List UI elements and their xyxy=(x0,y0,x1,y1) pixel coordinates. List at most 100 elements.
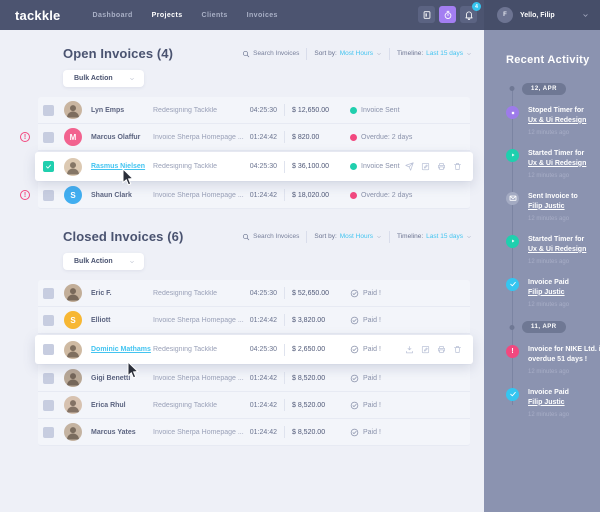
chevron-down-icon xyxy=(376,234,382,240)
row-checkbox[interactable] xyxy=(43,189,54,201)
user-menu[interactable]: F Yello, Filip xyxy=(484,0,600,30)
invoice-amount: $ 3,820.00 xyxy=(292,316,326,324)
invoice-row[interactable]: Eric F. Redesigning Tackkle 04:25:30 $ 5… xyxy=(38,280,470,307)
avatar-photo xyxy=(64,101,82,119)
activity-link[interactable]: Ux & Ui Redesign xyxy=(528,160,586,167)
bulk-action-button[interactable]: Bulk Action xyxy=(63,253,144,270)
edit-icon[interactable] xyxy=(421,345,430,354)
row-checkbox[interactable] xyxy=(43,131,54,143)
tracked-time: 01:24:42 xyxy=(249,401,277,409)
row-checkbox[interactable] xyxy=(43,426,54,438)
section-title: Open Invoices (4) xyxy=(63,46,174,61)
client-name: Rasmus Nielsen xyxy=(91,163,153,170)
chevron-down-icon xyxy=(582,12,589,19)
delete-icon[interactable] xyxy=(453,162,462,171)
notification-badge: 4 xyxy=(472,2,481,11)
section-open-invoices-4: Open Invoices (4) Search Invoices Sort b… xyxy=(20,46,476,209)
invoice-row[interactable]: S Elliott Invoice Sherpa Homepage ... 01:… xyxy=(38,307,470,334)
tracked-time: 01:24:42 xyxy=(249,316,277,324)
divider xyxy=(284,189,285,201)
activity-link[interactable]: Filip Justic xyxy=(528,289,565,296)
nav-item-dashboard[interactable]: Dashboard xyxy=(93,12,133,19)
divider xyxy=(284,160,285,173)
sort-by-dropdown[interactable]: Sort by: Most Hours xyxy=(314,233,382,240)
nav-item-clients[interactable]: Clients xyxy=(202,12,228,19)
invoice-amount: $ 820.00 xyxy=(292,133,320,141)
invoice-row[interactable]: ! M Marcus Olaffur Invoice Sherpa Homepag… xyxy=(20,124,470,151)
row-checkbox[interactable] xyxy=(43,372,54,384)
activity-text: Invoice Paid Filip Justic 12 minutes ago xyxy=(528,388,600,419)
activity-link[interactable]: Filip Justic xyxy=(528,203,565,210)
send-icon[interactable] xyxy=(405,162,414,171)
row-checkbox[interactable] xyxy=(43,104,54,116)
check-icon xyxy=(506,387,519,401)
edit-icon[interactable] xyxy=(421,162,430,171)
chevron-down-icon xyxy=(129,76,135,82)
overdue-alert-icon: ! xyxy=(20,190,30,200)
tracked-time: 04:25:30 xyxy=(249,106,277,114)
activity-link[interactable]: Filip Justic xyxy=(528,399,565,406)
search-invoices[interactable]: Search Invoices xyxy=(242,233,299,241)
divider xyxy=(284,131,285,143)
print-icon[interactable] xyxy=(437,162,446,171)
client-name: Eric F. xyxy=(91,289,112,297)
client-name: Marcus Yates xyxy=(91,428,136,436)
invoice-row[interactable]: Gigi Benetti Invoice Sherpa Homepage ...… xyxy=(38,365,470,392)
activity-link[interactable]: Ux & Ui Redesign xyxy=(528,246,586,253)
activity-date: 12, APR xyxy=(506,82,592,95)
activity-timeline: 12, APR Stoped Timer for Ux & Ui Redesign… xyxy=(506,82,600,419)
delete-icon[interactable] xyxy=(453,345,462,354)
project-name: Invoice Sherpa Homepage ... xyxy=(153,191,244,199)
app-window: tackkle Dashboard Projects Clients Invoices… xyxy=(0,0,600,512)
sidebar-title: Recent Activity xyxy=(506,54,590,66)
activity-link[interactable]: Ux & Ui Redesign xyxy=(528,117,586,124)
check-circle-icon xyxy=(350,345,359,354)
activity-text: Stoped Timer for Ux & Ui Redesign 12 minu… xyxy=(528,106,600,137)
project-name: Invoice Sherpa Homepage ... xyxy=(153,133,244,141)
row-checkbox[interactable] xyxy=(43,287,54,299)
timeline-dot xyxy=(509,86,515,91)
invoice-row[interactable]: Dominic Mathams Redesigning Tackkle 04:2… xyxy=(35,335,473,364)
activity-text: Invoice Paid Filip Justic 12 minutes ago xyxy=(528,278,600,309)
client-name-link[interactable]: Dominic Mathams xyxy=(91,346,151,353)
nav-item-invoices[interactable]: Invoices xyxy=(247,12,278,19)
timeline-dropdown[interactable]: Timeline: Last 15 days xyxy=(397,50,472,57)
chevron-down-icon xyxy=(466,234,472,240)
avatar-initial: S xyxy=(64,186,82,204)
row-checkbox[interactable] xyxy=(43,161,54,172)
bulk-action-button[interactable]: Bulk Action xyxy=(63,70,144,87)
status-sent: Invoice Sent xyxy=(350,163,400,170)
invoice-row[interactable]: Rasmus Nielsen Redesigning Tackkle 04:25… xyxy=(35,152,473,181)
card-icon xyxy=(422,10,432,20)
timeline-dot xyxy=(509,324,515,330)
invoice-row[interactable]: Erica Rhul Redesigning Tackkle 01:24:42 … xyxy=(38,392,470,419)
avatar-initial: S xyxy=(64,311,82,329)
activity-text: Started Timer for Ux & Ui Redesign 12 min… xyxy=(528,235,600,266)
tracked-time: 01:24:42 xyxy=(249,133,277,141)
main-nav: Dashboard Projects Clients Invoices xyxy=(93,12,278,19)
invoice-row[interactable]: Marcus Yates Invoice Sherpa Homepage ...… xyxy=(38,419,470,446)
client-name-link[interactable]: Rasmus Nielsen xyxy=(91,163,145,170)
invoice-row[interactable]: ! S Shaun Clark Invoice Sherpa Homepage .… xyxy=(20,182,470,209)
divider xyxy=(284,343,285,356)
invoices-panel-button[interactable] xyxy=(418,6,435,23)
activity-item: Started Timer for Ux & Ui Redesign 12 min… xyxy=(506,234,592,266)
notifications-button[interactable]: 4 xyxy=(460,2,481,23)
invoice-row[interactable]: Lyn Emps Redesigning Tackkle 04:25:30 $ … xyxy=(38,97,470,124)
check-circle-icon xyxy=(350,289,359,298)
nav-item-projects[interactable]: Projects xyxy=(152,12,183,19)
date-pill: 12, APR xyxy=(522,82,566,95)
search-invoices[interactable]: Search Invoices xyxy=(242,50,299,58)
timer-button[interactable] xyxy=(439,6,456,23)
sort-by-dropdown[interactable]: Sort by: Most Hours xyxy=(314,50,382,57)
overdue-alert-icon: ! xyxy=(20,132,30,142)
timeline-dropdown[interactable]: Timeline: Last 15 days xyxy=(397,233,472,240)
project-name: Redesigning Tackkle xyxy=(153,289,218,297)
row-checkbox[interactable] xyxy=(43,399,54,411)
activity-text: Started Timer for Ux & Ui Redesign 12 min… xyxy=(528,149,600,180)
row-checkbox[interactable] xyxy=(43,314,54,326)
client-name: Gigi Benetti xyxy=(91,374,131,382)
print-icon[interactable] xyxy=(437,345,446,354)
row-checkbox[interactable] xyxy=(43,344,54,355)
download-icon[interactable] xyxy=(405,345,414,354)
